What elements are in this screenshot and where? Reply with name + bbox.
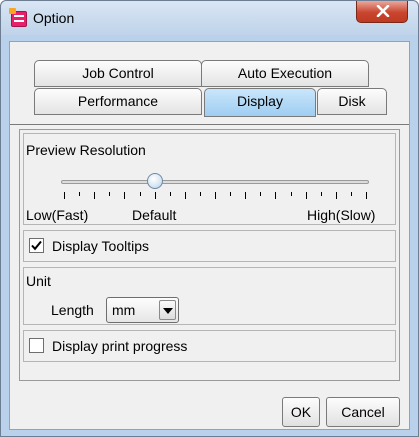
title-bar[interactable]: Option xyxy=(1,1,418,35)
app-icon xyxy=(9,8,27,27)
slider-tick xyxy=(335,192,337,199)
slider-tick xyxy=(154,192,156,199)
display-print-progress-checkbox[interactable] xyxy=(29,338,44,353)
preview-resolution-slider-thumb[interactable] xyxy=(146,173,163,189)
close-button[interactable] xyxy=(356,1,408,23)
chevron-down-icon[interactable] xyxy=(159,300,176,320)
tab-label: Auto Execution xyxy=(237,65,333,81)
preview-resolution-group: Preview Resolution Low(Fast) Default Hig… xyxy=(23,133,396,225)
close-icon xyxy=(376,5,390,17)
tab-label: Display xyxy=(237,93,283,109)
checkmark-icon xyxy=(31,240,42,251)
slider-tick xyxy=(350,192,352,196)
tab-job-control[interactable]: Job Control xyxy=(34,60,202,87)
tab-disk[interactable]: Disk xyxy=(317,88,387,115)
tab-display[interactable]: Display xyxy=(204,88,316,117)
slider-tick xyxy=(305,192,307,199)
slider-tick xyxy=(290,192,292,196)
ok-button-label: OK xyxy=(290,404,312,420)
length-label: Length xyxy=(51,302,94,318)
length-unit-value: mm xyxy=(112,302,136,318)
window-title: Option xyxy=(33,10,75,26)
display-settings-panel: Preview Resolution Low(Fast) Default Hig… xyxy=(19,129,400,381)
slider-tick xyxy=(169,192,171,196)
display-print-progress-group: Display print progress xyxy=(23,330,396,362)
slider-tick xyxy=(124,192,126,199)
slider-tick xyxy=(245,192,247,199)
tab-performance[interactable]: Performance xyxy=(34,88,202,115)
display-tooltips-label: Display Tooltips xyxy=(52,238,150,254)
slider-label-default: Default xyxy=(132,207,177,223)
slider-tick xyxy=(139,192,141,196)
slider-tick xyxy=(230,192,232,196)
display-tooltips-group: Display Tooltips xyxy=(23,230,396,262)
display-tooltips-checkbox[interactable] xyxy=(29,238,44,253)
slider-tick xyxy=(215,192,216,199)
slider-tick xyxy=(109,192,111,196)
tab-label: Job Control xyxy=(82,65,154,81)
tab-label: Performance xyxy=(77,93,159,109)
slider-tick xyxy=(260,192,262,196)
unit-group: Unit Length mm xyxy=(23,267,396,325)
slider-tick xyxy=(94,192,96,199)
tab-label: Disk xyxy=(338,93,366,109)
slider-tick xyxy=(275,192,277,199)
slider-tick xyxy=(79,192,81,196)
preview-resolution-title: Preview Resolution xyxy=(26,142,146,158)
length-unit-select[interactable]: mm xyxy=(106,297,179,323)
cancel-button[interactable]: Cancel xyxy=(326,397,400,427)
ok-button[interactable]: OK xyxy=(282,397,320,427)
slider-tick xyxy=(320,192,322,196)
dialog-content: Job Control Auto Execution Performance D… xyxy=(9,41,410,430)
tab-auto-execution[interactable]: Auto Execution xyxy=(201,60,369,87)
cancel-button-label: Cancel xyxy=(341,404,385,420)
display-print-progress-label: Display print progress xyxy=(52,338,188,354)
option-dialog: Option Job Control Auto Execution Perfor… xyxy=(0,0,419,437)
unit-title: Unit xyxy=(26,273,51,289)
preview-resolution-slider-track[interactable] xyxy=(61,180,369,184)
slider-tick xyxy=(366,192,367,199)
slider-tick xyxy=(184,192,186,199)
slider-tick xyxy=(199,192,201,196)
tab-panel-border xyxy=(10,124,409,125)
slider-tick xyxy=(64,192,65,199)
slider-label-high: High(Slow) xyxy=(307,207,376,223)
slider-label-low: Low(Fast) xyxy=(26,207,89,223)
